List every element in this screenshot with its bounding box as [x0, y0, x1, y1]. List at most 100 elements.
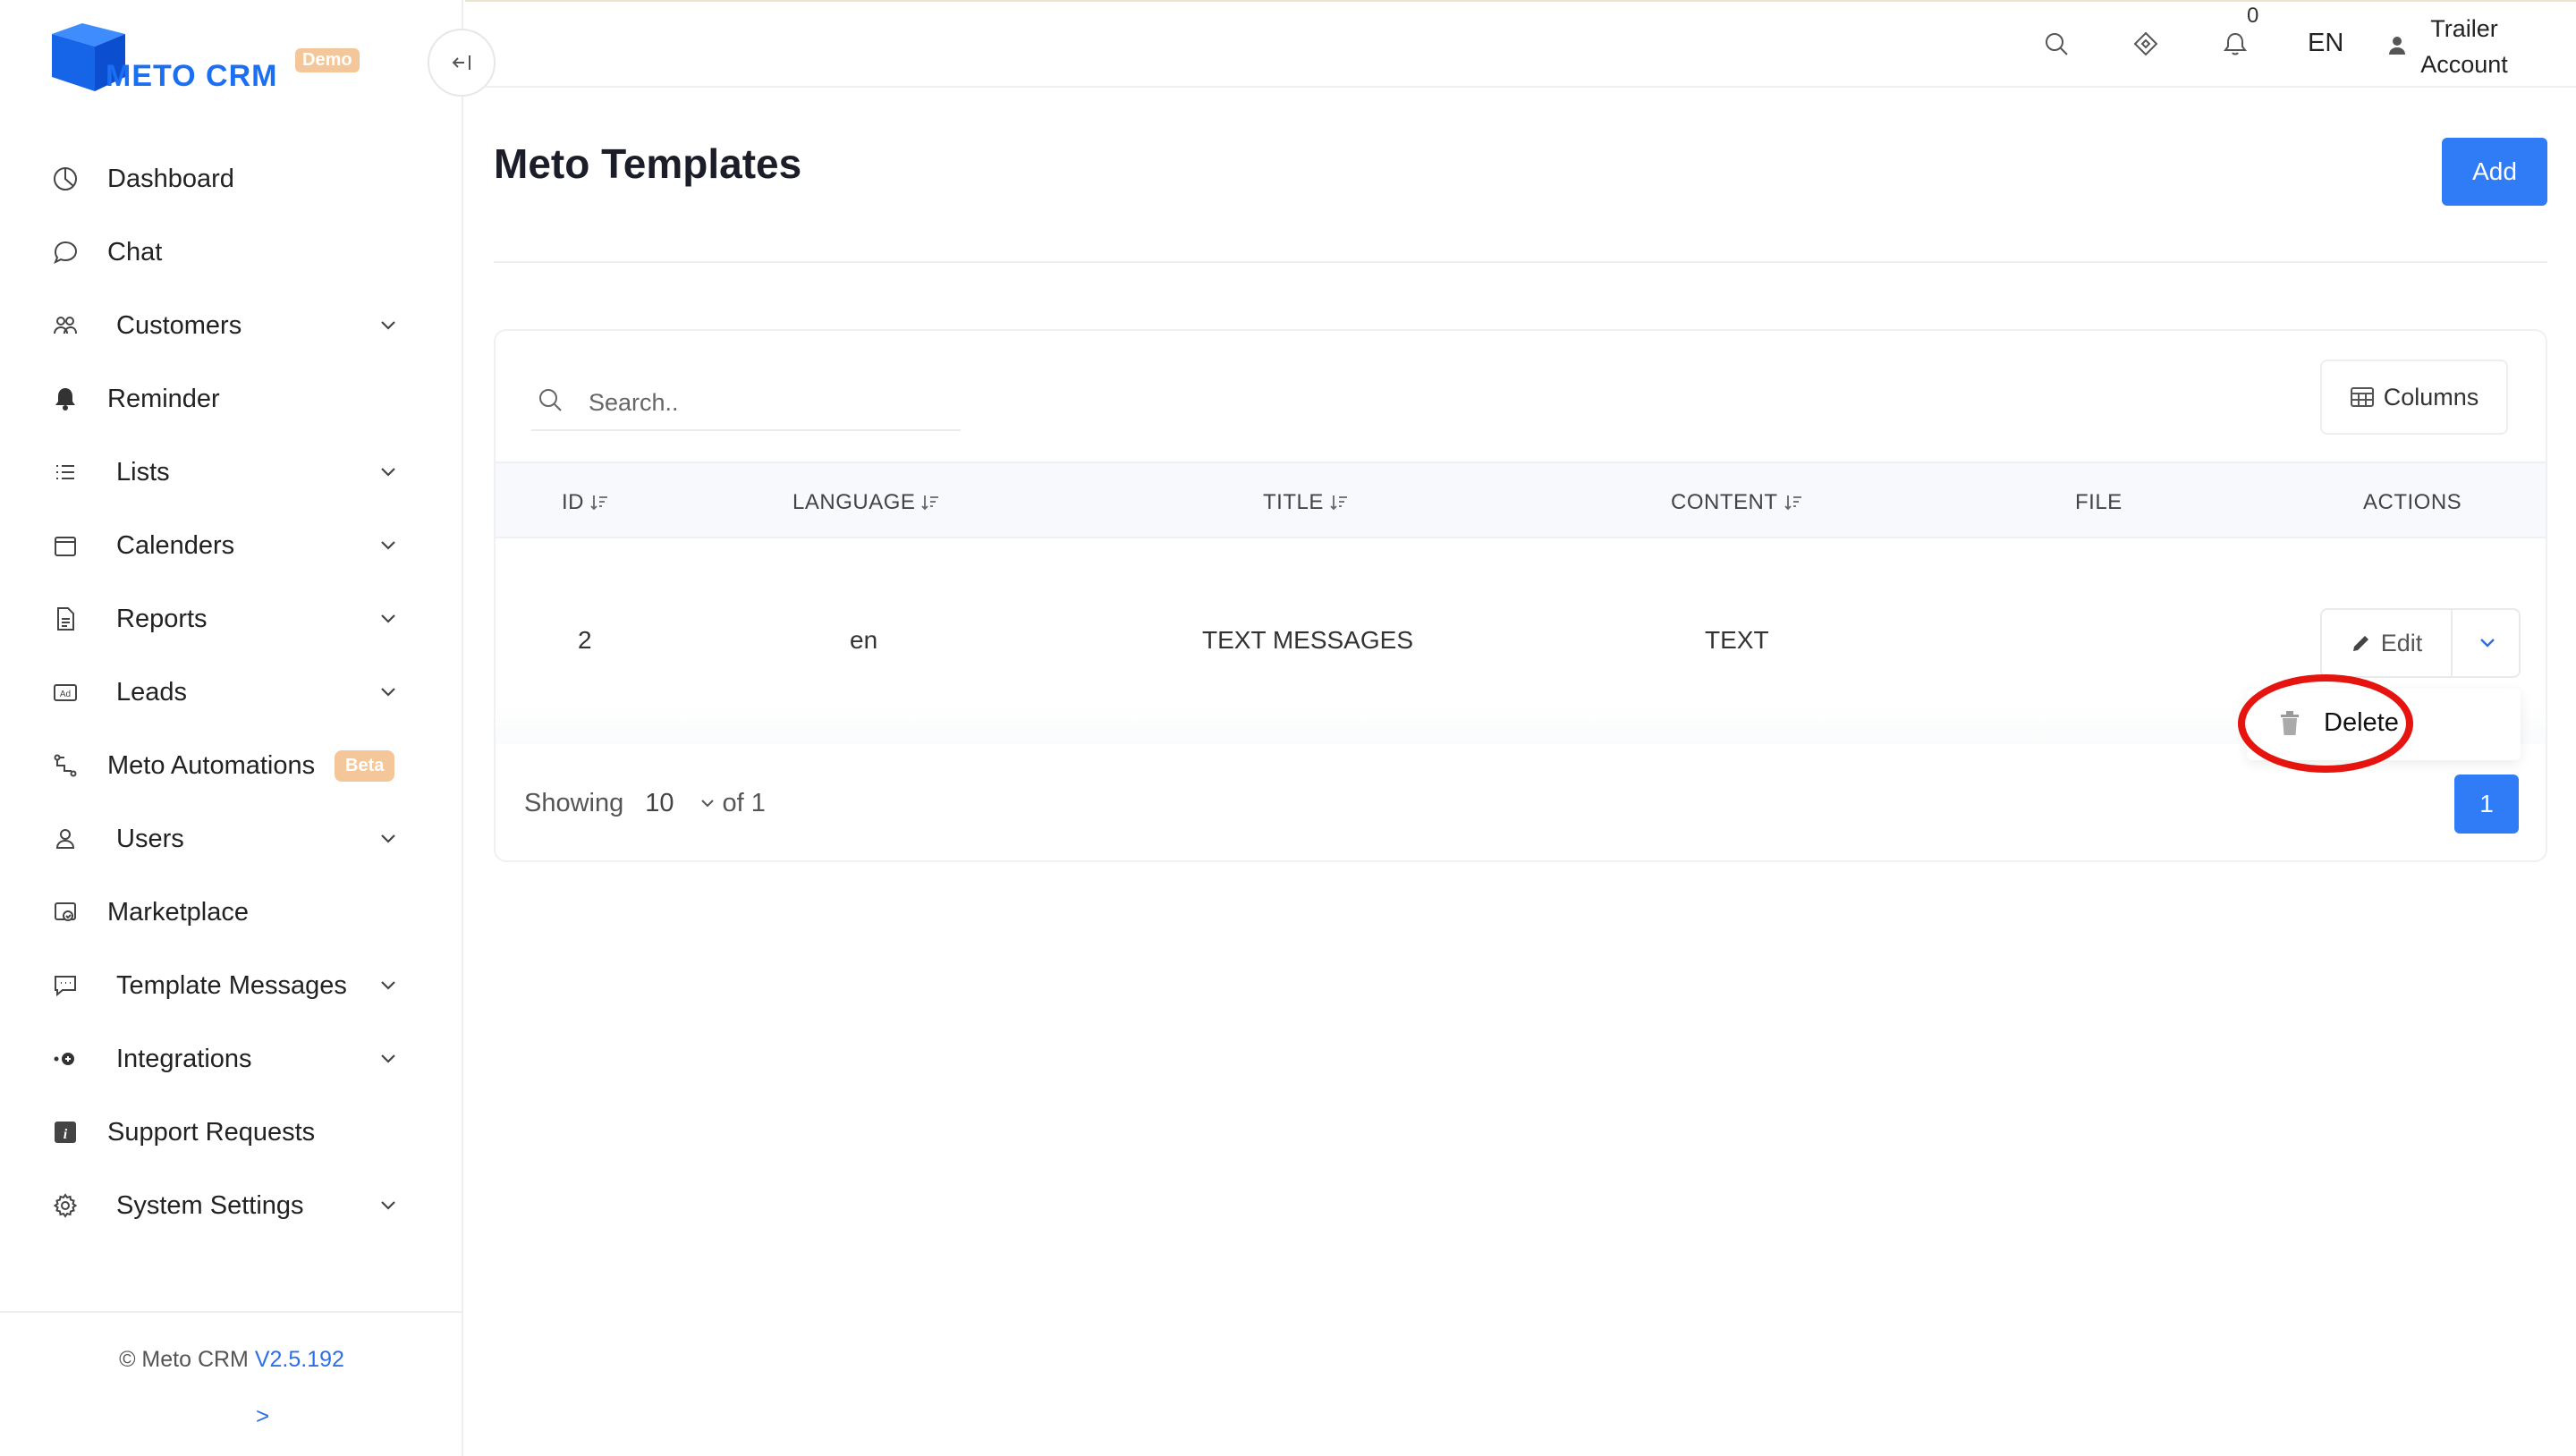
dashboard-icon [50, 164, 80, 194]
title-divider [494, 261, 2547, 263]
expand-sidebar-button[interactable]: > [256, 1402, 269, 1430]
sidebar-item-template-messages[interactable]: Template Messages [0, 959, 463, 1012]
copyright-label: © Meto CRM [119, 1347, 249, 1372]
search-icon[interactable] [2041, 29, 2072, 59]
sidebar-item-lists[interactable]: Lists [0, 445, 463, 499]
chevron-down-icon [376, 680, 401, 705]
sidebar-item-chat[interactable]: Chat [0, 225, 463, 279]
header-file: FILE [2075, 490, 2123, 514]
table-header: ID LANGUAGE TITLE CONTENT FILE ACTIONS [496, 461, 2546, 538]
copyright-text: © Meto CRM V2.5.192 [0, 1347, 463, 1373]
sidebar-item-users[interactable]: Users [0, 812, 463, 866]
sidebar-item-label: Chat [107, 237, 163, 267]
search-box [531, 381, 961, 431]
calendar-icon [50, 530, 80, 561]
columns-button[interactable]: Columns [2320, 360, 2508, 435]
edit-label: Edit [2380, 629, 2423, 656]
header-title-label: TITLE [1263, 490, 1324, 514]
sidebar-item-integrations[interactable]: Integrations [0, 1032, 463, 1086]
page-size-select[interactable]: 10 [645, 789, 674, 818]
header-id[interactable]: ID [562, 490, 609, 515]
sidebar-item-meto-automations[interactable]: Meto Automations Beta [0, 739, 463, 792]
sidebar-item-leads[interactable]: Ad Leads [0, 665, 463, 719]
actions-dropdown-menu: Delete [2247, 689, 2521, 760]
search-input[interactable] [589, 385, 946, 420]
sidebar-item-label: Lists [116, 457, 170, 487]
svg-text:i: i [64, 1127, 68, 1142]
row-actions-group: Edit [2320, 608, 2521, 678]
user-name-line2: Account [2420, 51, 2508, 78]
user-account-menu[interactable]: Trailer Account [2417, 11, 2512, 82]
header-actions: ACTIONS [2363, 490, 2462, 514]
delete-label: Delete [2324, 708, 2399, 737]
table-grid-icon [2350, 387, 2374, 407]
sidebar-item-label: Calenders [116, 530, 235, 560]
sidebar-item-reports[interactable]: Reports [0, 592, 463, 646]
sidebar-item-label: Dashboard [107, 164, 234, 193]
brand-logo[interactable]: METO CRM Demo [47, 21, 369, 97]
chat-bubble-icon [50, 237, 80, 267]
header-content-label: CONTENT [1671, 490, 1778, 514]
chevron-down-icon [376, 826, 401, 851]
diamond-icon[interactable] [2131, 29, 2161, 59]
header-id-label: ID [562, 490, 584, 514]
version-label: V2.5.192 [254, 1347, 344, 1372]
sort-icon [921, 495, 939, 511]
sidebar-item-marketplace[interactable]: Marketplace [0, 885, 463, 939]
page-button-1[interactable]: 1 [2454, 775, 2519, 834]
header-language[interactable]: LANGUAGE [792, 490, 940, 515]
beta-badge: Beta [335, 749, 395, 782]
sidebar-item-label: Users [116, 824, 184, 853]
search-icon [537, 386, 564, 418]
columns-label: Columns [2383, 383, 2479, 411]
sidebar-item-customers[interactable]: Customers [0, 299, 463, 352]
actions-dropdown-toggle[interactable] [2454, 610, 2521, 676]
chevron-down-icon [376, 1193, 401, 1218]
cell-title: TEXT MESSAGES [1202, 626, 1413, 654]
chevron-down-icon [376, 973, 401, 998]
chevron-down-icon [376, 313, 401, 338]
marketplace-icon [50, 897, 80, 927]
chevron-down-icon[interactable] [699, 799, 716, 809]
templates-table-card: Columns ID LANGUAGE TITLE CONTENT FILE A… [494, 329, 2547, 862]
customers-icon [50, 310, 80, 341]
automation-icon [50, 750, 80, 781]
user-avatar-icon [2386, 34, 2408, 60]
header-title[interactable]: TITLE [1263, 490, 1349, 515]
chevron-down-icon [376, 1046, 401, 1071]
list-icon [50, 457, 80, 487]
sidebar-item-calenders[interactable]: Calenders [0, 519, 463, 572]
chevron-down-icon [376, 460, 401, 485]
top-bar [465, 0, 2576, 88]
cell-language: en [850, 626, 878, 654]
sidebar-item-label: Template Messages [116, 970, 347, 1000]
cell-content: TEXT [1705, 626, 1769, 654]
add-button[interactable]: Add [2442, 138, 2547, 206]
chevron-down-icon [2480, 639, 2495, 648]
gear-icon [50, 1190, 80, 1221]
sidebar-item-label: Reminder [107, 384, 220, 413]
report-icon [50, 604, 80, 634]
info-icon: i [50, 1117, 80, 1147]
demo-badge: Demo [295, 48, 360, 72]
sidebar-item-label: Support Requests [107, 1117, 316, 1147]
notification-bell-icon[interactable] [2220, 29, 2250, 59]
app-root: METO CRM Demo Dashboard Chat Customers R… [0, 0, 2576, 1456]
integrations-icon [50, 1044, 80, 1074]
language-selector[interactable]: EN [2308, 29, 2343, 58]
template-message-icon [50, 970, 80, 1001]
delete-menu-item[interactable]: Delete [2247, 689, 2521, 760]
sidebar-item-support-requests[interactable]: i Support Requests [0, 1105, 463, 1159]
edit-button[interactable]: Edit [2322, 610, 2453, 676]
sidebar-item-label: Leads [116, 677, 188, 707]
header-content[interactable]: CONTENT [1671, 490, 1803, 515]
page-title: Meto Templates [494, 140, 802, 187]
pencil-icon [2352, 636, 2368, 651]
bell-icon [50, 384, 80, 414]
header-language-label: LANGUAGE [792, 490, 916, 514]
sidebar-item-reminder[interactable]: Reminder [0, 372, 463, 426]
sidebar-item-system-settings[interactable]: System Settings [0, 1179, 463, 1232]
sidebar-item-dashboard[interactable]: Dashboard [0, 152, 463, 206]
collapse-sidebar-button[interactable] [428, 29, 496, 97]
chevron-down-icon [376, 606, 401, 631]
